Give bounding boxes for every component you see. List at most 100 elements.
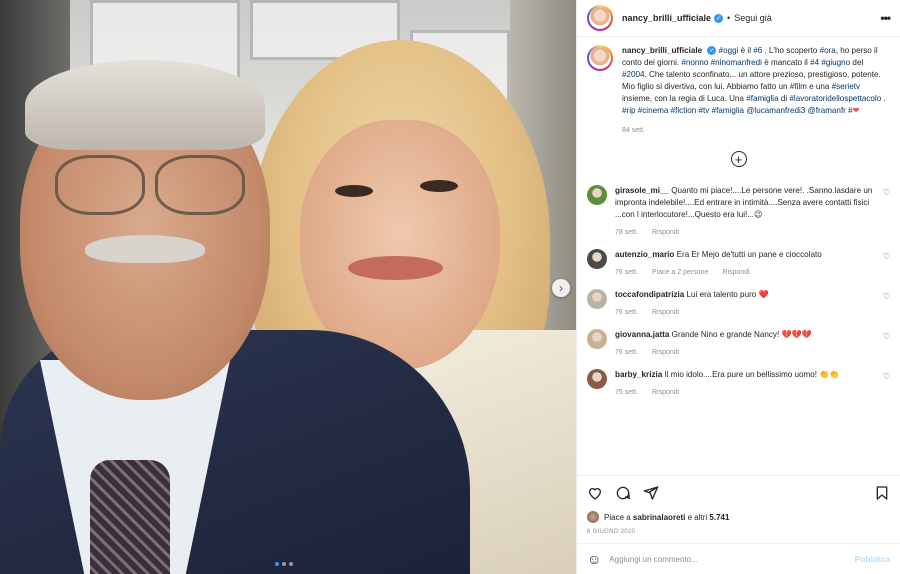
author-avatar[interactable] — [587, 5, 613, 31]
load-more-comments[interactable]: + — [587, 151, 890, 167]
caption-link[interactable]: #nonno — [681, 58, 708, 67]
comment-icon[interactable] — [615, 485, 631, 501]
bookmark-icon[interactable] — [874, 485, 890, 501]
caption-text: #oggi è il #6 . L'ho scoperto #ora, ho p… — [622, 46, 886, 115]
commenter-username[interactable]: toccafondipatrizia — [615, 290, 684, 299]
add-comment-bar: ☺ Pubblica — [577, 543, 900, 574]
action-bar — [577, 475, 900, 509]
comment-likes[interactable]: Piace a 2 persone — [652, 269, 708, 276]
verified-icon: ✓ — [714, 13, 724, 23]
heart-icon[interactable] — [587, 485, 603, 501]
comment-meta: 78 sett. Rispondi — [615, 227, 876, 239]
caption-segment: di — [778, 94, 790, 103]
follow-status-button[interactable]: Segui già — [734, 13, 772, 23]
comment-row: toccafondipatrizia Lui era talento puro … — [587, 289, 890, 319]
commenter-avatar[interactable] — [587, 329, 607, 349]
caption-segment: insieme, con la regia di Luca. Una — [622, 94, 747, 103]
caption-link[interactable]: #4 — [810, 58, 819, 67]
commenter-avatar[interactable] — [587, 185, 607, 205]
comment-time: 76 sett. — [615, 349, 638, 356]
likes-count[interactable]: 5.741 — [709, 513, 729, 522]
author-username[interactable]: nancy_brilli_ufficiale — [622, 13, 711, 23]
comment-input[interactable] — [609, 554, 855, 564]
commenter-username[interactable]: autenzio_mario — [615, 250, 674, 259]
comment-like-heart-icon[interactable]: ♡ — [876, 188, 890, 197]
comment-meta: 76 sett. Rispondi — [615, 347, 876, 359]
caption-link[interactable]: #ninomanfredi — [711, 58, 762, 67]
comments-list[interactable]: nancy_brilli_ufficiale ✓ #oggi è il #6 .… — [577, 37, 900, 475]
reply-button[interactable]: Rispondi — [652, 389, 679, 396]
plus-circle-icon[interactable]: + — [730, 151, 747, 167]
likes-prefix: Piace a — [604, 512, 631, 522]
caption-link[interactable]: #oggi — [719, 46, 739, 55]
more-options-icon[interactable]: ••• — [880, 11, 891, 25]
comment-meta: 75 sett. Rispondi — [615, 387, 876, 399]
caption-link[interactable]: #famiglia — [746, 94, 778, 103]
caption-link[interactable]: #cinema — [638, 106, 669, 115]
caption-link[interactable]: #famiglia — [712, 106, 744, 115]
caption-link[interactable]: #6 — [753, 46, 762, 55]
comment-meta: 76 sett. Piace a 2 persone Rispondi — [615, 267, 876, 279]
comment-like-heart-icon[interactable]: ♡ — [876, 372, 890, 381]
caption-link[interactable]: #tv — [699, 106, 710, 115]
comment-body: autenzio_mario Era Er Mejo de'tutti un p… — [615, 249, 876, 279]
reply-button[interactable]: Rispondi — [652, 349, 679, 356]
likes-mid: e altri — [687, 512, 708, 522]
caption-link[interactable]: #2004 — [622, 70, 645, 79]
caption-link[interactable]: #lavoratoridellospettacolo — [789, 94, 881, 103]
comment-row: barby_krizia Il mio idolo....Era pure un… — [587, 369, 890, 399]
caption-link[interactable]: @lucamanfredi3 — [746, 106, 805, 115]
commenter-avatar[interactable] — [587, 249, 607, 269]
commenter-avatar[interactable] — [587, 289, 607, 309]
commenter-username[interactable]: girasole_mi__ — [615, 186, 669, 195]
caption-username[interactable]: nancy_brilli_ufficiale — [622, 46, 702, 55]
commenter-username[interactable]: giovanna.jatta — [615, 330, 669, 339]
comment-body: girasole_mi__ Quanto mi piace!....Le per… — [615, 185, 876, 239]
likes-user[interactable]: sabrinalaoreti — [633, 513, 685, 522]
post-viewer: › nancy_brilli_ufficiale ✓ • Segui già •… — [0, 0, 900, 574]
photo-eye — [335, 185, 373, 197]
comment-meta: 76 sett. Rispondi — [615, 307, 876, 319]
caption-link[interactable]: @framanfr — [808, 106, 846, 115]
caption-segment: è il — [738, 46, 754, 55]
carousel-dots — [275, 562, 293, 566]
post-photo[interactable]: › — [0, 0, 576, 574]
photo-eye — [420, 180, 458, 192]
likes-summary: Piace a sabrinalaoreti e altri 5.741 — [577, 509, 900, 525]
share-icon[interactable] — [643, 485, 659, 501]
caption-segment: del — [850, 58, 864, 67]
commenter-avatar[interactable] — [587, 369, 607, 389]
caption-link[interactable]: #fiction — [671, 106, 697, 115]
post-side-panel: nancy_brilli_ufficiale ✓ • Segui già •••… — [576, 0, 900, 574]
caption-link[interactable]: #ora — [820, 46, 836, 55]
comment-text: Il mio idolo....Era pure un bellissimo u… — [664, 370, 840, 379]
carousel-dot — [289, 562, 293, 566]
photo-woman-lips — [348, 256, 443, 280]
comment-like-heart-icon[interactable]: ♡ — [876, 292, 890, 301]
caption-avatar[interactable] — [587, 45, 613, 71]
caption-segment: . — [881, 94, 886, 103]
comment-body: toccafondipatrizia Lui era talento puro … — [615, 289, 876, 319]
comment-like-heart-icon[interactable]: ♡ — [876, 332, 890, 341]
liker-avatar[interactable] — [587, 511, 599, 523]
comment-time: 78 sett. — [615, 229, 638, 236]
comment-time: 76 sett. — [615, 269, 638, 276]
caption-link[interactable]: #giugno — [821, 58, 850, 67]
emoji-icon[interactable]: ☺ — [587, 551, 601, 567]
caption-link[interactable]: #film — [790, 82, 807, 91]
photo-man-tie — [90, 460, 170, 574]
publish-button[interactable]: Pubblica — [855, 554, 890, 564]
reply-button[interactable]: Rispondi — [652, 229, 679, 236]
reply-button[interactable]: Rispondi — [722, 269, 749, 276]
caption-link[interactable]: #serietv — [832, 82, 860, 91]
comment-time: 75 sett. — [615, 389, 638, 396]
heart-emoji-icon: ❤ — [852, 106, 860, 115]
photo-glasses — [55, 155, 145, 215]
carousel-next-button[interactable]: › — [552, 279, 570, 297]
comment-like-heart-icon[interactable]: ♡ — [876, 252, 890, 261]
commenter-username[interactable]: barby_krizia — [615, 370, 662, 379]
reply-button[interactable]: Rispondi — [652, 309, 679, 316]
carousel-dot — [282, 562, 286, 566]
caption-link[interactable]: #rip — [622, 106, 636, 115]
comment-row: giovanna.jatta Grande Nino e grande Nanc… — [587, 329, 890, 359]
